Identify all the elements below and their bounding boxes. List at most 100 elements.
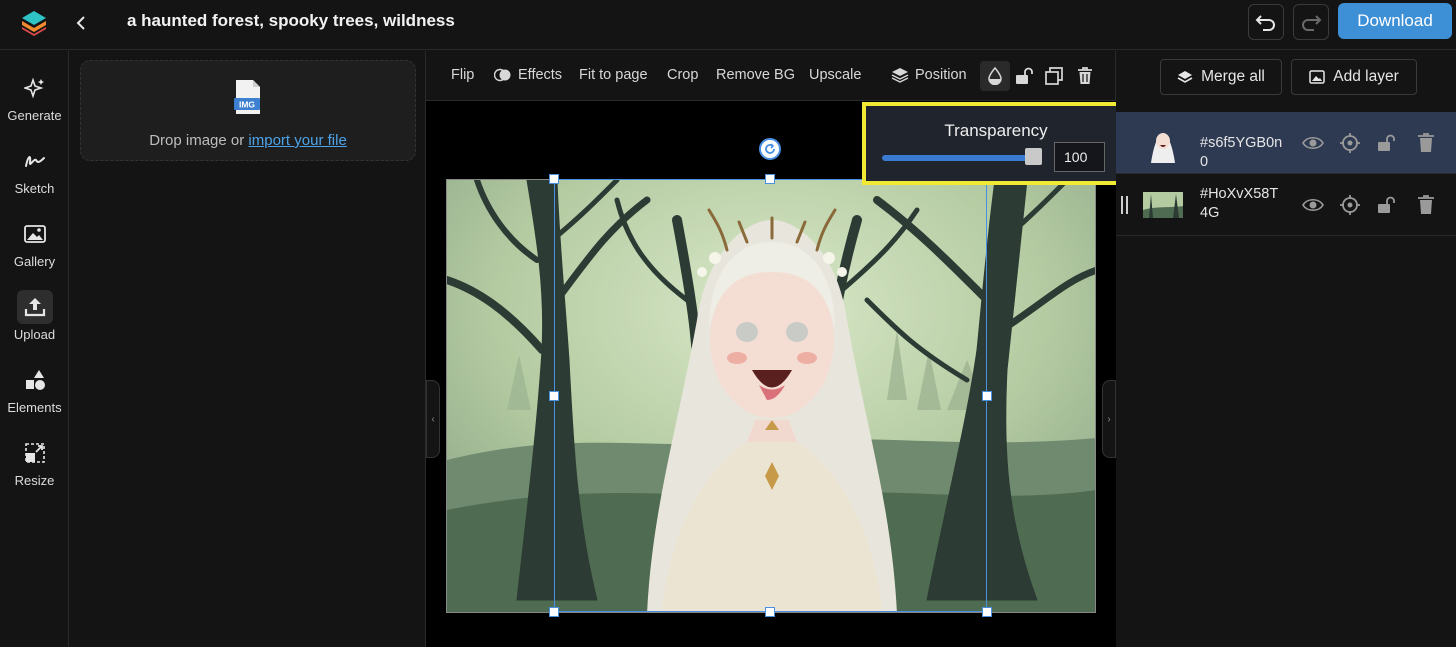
layer-thumbnail: [1143, 186, 1183, 224]
resize-handle-bottom-right[interactable]: [982, 607, 992, 617]
layer-lock-toggle[interactable]: [1375, 193, 1399, 217]
page-title: a haunted forest, spooky trees, wildness: [127, 11, 455, 30]
top-bar: a haunted forest, spooky trees, wildness…: [0, 0, 1456, 50]
layer-name: #HoXvX58T4G: [1200, 186, 1279, 221]
layer-delete-button[interactable]: [1414, 131, 1438, 155]
crosshair-icon: [1340, 133, 1360, 153]
layer-row[interactable]: #HoXvX58T4G: [1116, 174, 1456, 236]
delete-button[interactable]: [1072, 63, 1098, 89]
collapse-left-panel[interactable]: ‹: [426, 380, 440, 458]
redo-icon: [1302, 15, 1322, 31]
resize-handle-top-left[interactable]: [549, 174, 559, 184]
transparency-button[interactable]: [980, 61, 1010, 91]
transparency-value-input[interactable]: [1054, 142, 1105, 172]
eye-icon: [1302, 136, 1324, 150]
layer-locate-button[interactable]: [1338, 193, 1362, 217]
sidebar-item-label: Gallery: [13, 254, 56, 269]
image-dropzone[interactable]: IMG Drop image or import your file: [80, 60, 416, 161]
droplet-icon: [988, 67, 1002, 85]
sidebar-item-generate[interactable]: Generate: [0, 57, 69, 123]
squiggle-icon: [17, 144, 53, 178]
upscale-button[interactable]: Upscale: [809, 67, 861, 83]
resize-icon: [17, 436, 53, 470]
layer-row[interactable]: #s6f5YGB0n0: [1116, 112, 1456, 174]
drop-instructions: Drop image or import your file: [81, 132, 415, 149]
sidebar-item-resize[interactable]: Resize: [0, 422, 69, 488]
image-icon: [1309, 70, 1325, 84]
remove-bg-button[interactable]: Remove BG: [716, 67, 795, 83]
download-button[interactable]: Download: [1338, 3, 1452, 39]
sidebar-item-label: Generate: [7, 108, 62, 123]
shapes-icon: [17, 363, 53, 397]
lock-button[interactable]: [1011, 63, 1037, 89]
layers-panel: Merge all Add layer #s6f5YGB0n0 #HoXvX58…: [1116, 51, 1456, 647]
unlock-icon: [1016, 67, 1033, 84]
sidebar-item-label: Sketch: [14, 181, 55, 196]
duplicate-button[interactable]: [1041, 63, 1067, 89]
sidebar-item-gallery[interactable]: Gallery: [0, 203, 69, 269]
sidebar-item-sketch[interactable]: Sketch: [0, 130, 69, 196]
unlock-icon: [1378, 196, 1395, 213]
resize-handle-bottom-left[interactable]: [549, 607, 559, 617]
image-toolbar: Flip Effects Fit to page Crop Remove BG …: [426, 51, 1116, 101]
sparkle-icon: [17, 71, 53, 105]
fit-to-page-button[interactable]: Fit to page: [579, 67, 648, 83]
import-file-link[interactable]: import your file: [248, 132, 346, 149]
layers-icon: [1177, 71, 1193, 83]
logo-icon[interactable]: [20, 9, 48, 37]
undo-icon: [1255, 15, 1275, 31]
transparency-popup: Transparency: [862, 102, 1130, 185]
chevron-left-icon: [76, 16, 85, 30]
undo-button[interactable]: [1248, 4, 1284, 40]
effects-icon: [494, 68, 511, 82]
sidebar-item-upload[interactable]: Upload: [0, 276, 69, 342]
sidebar-item-label: Elements: [7, 400, 62, 415]
resize-handle-top[interactable]: [765, 174, 775, 184]
position-button[interactable]: Position: [891, 67, 967, 83]
upload-panel: IMG Drop image or import your file: [70, 51, 426, 647]
tool-sidebar: Generate Sketch Gallery Upload Elements: [0, 51, 69, 647]
sidebar-item-elements[interactable]: Elements: [0, 349, 69, 415]
image-file-icon: IMG: [234, 80, 260, 114]
sidebar-item-label: Upload: [13, 327, 56, 342]
trash-icon: [1418, 133, 1434, 152]
rotate-icon: [765, 143, 775, 154]
layer-delete-button[interactable]: [1414, 193, 1438, 217]
layer-thumbnail: [1143, 125, 1183, 163]
resize-handle-left[interactable]: [549, 391, 559, 401]
trash-icon: [1078, 67, 1092, 84]
transparency-slider[interactable]: [882, 155, 1034, 161]
duplicate-icon: [1045, 67, 1063, 85]
drop-text: Drop image or: [149, 132, 249, 149]
add-layer-button[interactable]: Add layer: [1291, 59, 1417, 95]
layer-lock-toggle[interactable]: [1375, 131, 1399, 155]
transparency-slider-thumb[interactable]: [1025, 148, 1042, 165]
transparency-title: Transparency: [944, 121, 1048, 140]
rotate-handle[interactable]: [759, 138, 781, 160]
layer-name: #s6f5YGB0n0: [1200, 135, 1283, 170]
file-badge: IMG: [239, 100, 255, 110]
resize-handle-right[interactable]: [982, 391, 992, 401]
collapse-right-panel[interactable]: ›: [1102, 380, 1116, 458]
drag-handle-icon[interactable]: [1121, 196, 1129, 214]
layer-visibility-toggle[interactable]: [1301, 193, 1325, 217]
eye-icon: [1302, 198, 1324, 212]
merge-all-label: Merge all: [1201, 68, 1265, 85]
unlock-icon: [1378, 134, 1395, 151]
selection-box[interactable]: [554, 179, 987, 612]
effects-button[interactable]: Effects: [494, 67, 562, 83]
resize-handle-bottom[interactable]: [765, 607, 775, 617]
crosshair-icon: [1340, 195, 1360, 215]
image-icon: [17, 217, 53, 251]
redo-button[interactable]: [1293, 4, 1329, 40]
sidebar-item-label: Resize: [14, 473, 55, 488]
flip-button[interactable]: Flip: [451, 67, 474, 83]
layer-locate-button[interactable]: [1338, 131, 1362, 155]
back-button[interactable]: [66, 8, 96, 38]
add-layer-label: Add layer: [1333, 68, 1399, 85]
app-root: a haunted forest, spooky trees, wildness…: [0, 0, 1456, 647]
effects-label: Effects: [518, 67, 563, 83]
layer-visibility-toggle[interactable]: [1301, 131, 1325, 155]
merge-all-button[interactable]: Merge all: [1160, 59, 1282, 95]
crop-button[interactable]: Crop: [667, 67, 698, 83]
